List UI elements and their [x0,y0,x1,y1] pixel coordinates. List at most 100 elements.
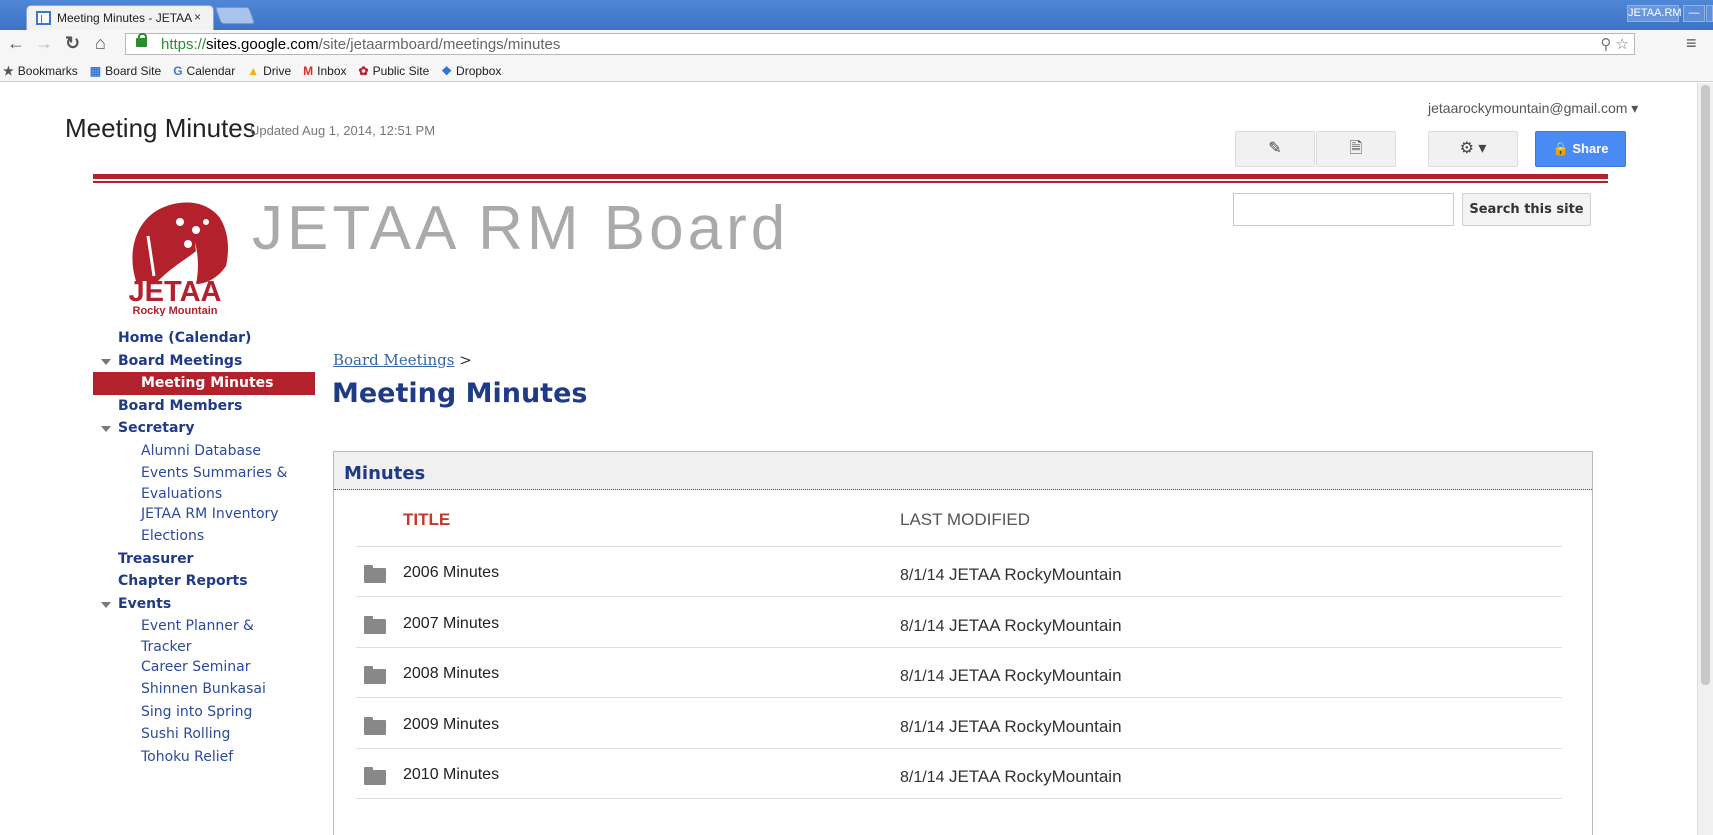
row-author[interactable]: JETAA RockyMountain [949,717,1122,736]
sidebar-item-label: Chapter Reports [118,573,248,589]
share-button[interactable]: 🔒 Share [1535,131,1626,167]
sidebar-item-tracker[interactable]: Tracker [93,638,315,656]
page-scrollbar[interactable] [1697,83,1713,835]
breadcrumb-separator: > [459,351,472,369]
sidebar-item-career-seminar[interactable]: Career Seminar [93,656,315,679]
google-drive-icon: ▲ [247,64,260,78]
new-tab-button[interactable] [214,7,256,24]
window-profile-label[interactable]: JETAA.RM [1627,5,1682,22]
user-email-text: jetaarockymountain@gmail.com [1428,100,1628,116]
zoom-bookmark-star-icon[interactable]: ⚲ ☆ [1600,35,1629,53]
sidebar-item-label: Board Meetings [118,352,243,369]
address-bar[interactable]: https://sites.google.com/site/jetaarmboa… [125,33,1635,55]
sidebar-item-evaluations[interactable]: Evaluations [93,485,315,503]
bookmark-inbox[interactable]: M Inbox [303,64,346,78]
sidebar-item-label: Sing into Spring [141,703,253,720]
table-row[interactable]: 2008 Minutes 8/1/14 JETAA RockyMountain [356,648,1562,698]
column-header-last-modified[interactable]: LAST MODIFIED [900,494,1030,546]
bookmark-label: Public Site [372,64,430,78]
sidebar-item-tohoku-relief[interactable]: Tohoku Relief [93,746,315,769]
more-actions-button[interactable]: ⚙ ▾ [1428,131,1518,167]
sidebar-item-elections[interactable]: Elections [93,525,315,548]
gmail-icon: M [303,64,314,78]
bookmark-dropbox[interactable]: ❖ Dropbox [441,64,501,78]
google-calendar-icon: G [173,64,183,78]
sidebar-item-jetaa-rm-inventory[interactable]: JETAA RM Inventory [93,503,315,526]
search-input[interactable] [1233,193,1454,226]
row-author[interactable]: JETAA RockyMountain [949,767,1122,786]
sidebar-item-treasurer[interactable]: Treasurer [93,548,315,571]
row-author[interactable]: JETAA RockyMountain [949,666,1122,685]
minimize-icon[interactable]: — [1683,5,1705,22]
table-row[interactable]: 2009 Minutes 8/1/14 JETAA RockyMountain [356,699,1562,749]
bookmark-label: Bookmarks [17,64,78,78]
site-title[interactable]: JETAA RM Board [252,193,789,264]
expand-triangle-icon[interactable] [101,426,111,432]
site-page: Meeting Minutes Updated Aug 1, 2014, 12:… [0,83,1697,835]
row-date: 8/1/14 [900,668,945,685]
row-author[interactable]: JETAA RockyMountain [949,616,1122,635]
jetaa-logo[interactable]: JETAA Rocky Mountain [118,196,233,316]
row-title[interactable]: 2010 Minutes [403,766,499,784]
edit-page-button[interactable]: ✎ [1235,131,1315,167]
tab-close-icon[interactable]: × [194,10,201,24]
reload-icon[interactable]: ↻ [65,34,80,52]
sidebar-item-meeting-minutes[interactable]: Meeting Minutes [93,372,315,395]
folder-icon [364,565,386,583]
sidebar-item-sing-into-spring[interactable]: Sing into Spring [93,701,315,724]
restore-icon[interactable] [1706,5,1713,22]
sidebar-item-chapter-reports[interactable]: Chapter Reports [93,570,315,593]
scrollbar-thumb[interactable] [1701,85,1710,685]
search-button[interactable]: Search this site [1462,193,1591,226]
sidebar-item-board-members[interactable]: Board Members [93,395,315,418]
bookmark-label: Drive [263,64,292,78]
row-title[interactable]: 2009 Minutes [403,716,499,734]
table-row[interactable]: 2006 Minutes 8/1/14 JETAA RockyMountain [356,547,1562,597]
bookmark-calendar[interactable]: G Calendar [173,64,235,78]
bookmark-public-site[interactable]: ✿ Public Site [359,64,430,78]
sidebar-item-sushi-rolling[interactable]: Sushi Rolling [93,723,315,746]
url-protocol: https:// [161,36,207,53]
expand-triangle-icon[interactable] [101,601,111,608]
column-header-title[interactable]: TITLE [403,494,450,546]
row-last-modified: 8/1/14 JETAA RockyMountain [900,616,1122,636]
home-icon[interactable]: ⌂ [95,34,106,52]
sidebar-item-alumni-database[interactable]: Alumni Database [93,440,315,463]
sidebar-item-home-calendar[interactable]: Home (Calendar) [93,327,315,350]
google-sites-icon: ▦ [89,64,102,78]
row-author[interactable]: JETAA RockyMountain [949,565,1122,584]
table-row[interactable]: 2007 Minutes 8/1/14 JETAA RockyMountain [356,598,1562,648]
sidebar-item-label: Sushi Rolling [141,726,231,742]
sidebar-item-label: Tohoku Relief [141,748,234,765]
sidebar-item-event-planner[interactable]: Event Planner & [93,615,315,638]
sidebar-item-label: Tracker [141,638,192,655]
row-title[interactable]: 2006 Minutes [403,564,499,582]
bookmark-board-site[interactable]: ▦ Board Site [90,64,161,78]
expand-triangle-icon[interactable] [101,358,111,365]
bookmark-bookmarks[interactable]: ★ Bookmarks [3,64,78,78]
user-email[interactable]: jetaarockymountain@gmail.com ▾ [1428,100,1638,117]
sidebar-item-shinnen-bunkasai[interactable]: Shinnen Bunkasai [93,678,315,701]
row-title[interactable]: 2007 Minutes [403,615,499,633]
back-icon[interactable]: ← [7,34,25,52]
sidebar-item-secretary[interactable]: Secretary [93,417,315,440]
sidebar-item-label: Events [118,595,172,612]
sidebar-nav: Home (Calendar) Board Meetings Meeting Min… [93,327,315,768]
bookmark-drive[interactable]: ▲ Drive [247,64,291,78]
sidebar-item-label: Meeting Minutes [141,375,274,391]
browser-menu-icon[interactable]: ≡ [1686,33,1697,54]
sidebar-item-events[interactable]: Events [93,593,315,616]
new-page-button[interactable]: 🗎 [1316,131,1396,167]
bookmark-label: Calendar [186,64,236,78]
sidebar-item-label: Board Members [118,397,243,414]
breadcrumb-link-board-meetings[interactable]: Board Meetings [333,351,454,369]
table-row[interactable]: 2010 Minutes 8/1/14 JETAA RockyMountain [356,749,1562,799]
forward-icon[interactable]: → [35,34,53,52]
row-title[interactable]: 2008 Minutes [403,665,499,683]
folder-icon [364,666,386,684]
browser-tab[interactable]: Meeting Minutes - JETAA × [26,5,214,30]
sidebar-item-board-meetings[interactable]: Board Meetings [93,350,315,373]
sidebar-item-events-summaries[interactable]: Events Summaries & [93,462,315,485]
folder-icon [364,767,386,785]
bookmark-label: Inbox [317,64,347,78]
